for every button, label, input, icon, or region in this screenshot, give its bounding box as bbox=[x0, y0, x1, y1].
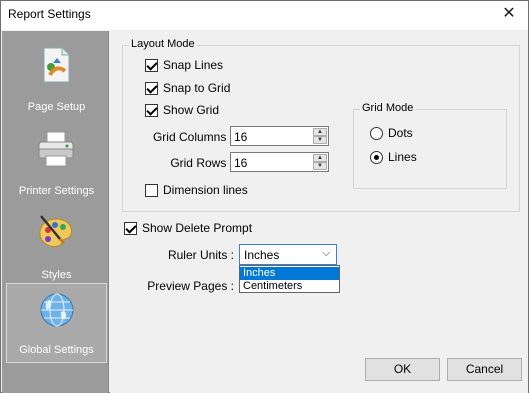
checkbox-box[interactable] bbox=[124, 221, 137, 235]
sidebar-item-printer-settings[interactable]: Printer Settings bbox=[6, 123, 107, 203]
spinner-buttons[interactable]: ▲ ▼ bbox=[313, 128, 327, 144]
grid-mode-group: Grid Mode Dots Lines bbox=[353, 102, 507, 189]
window-title: Report Settings bbox=[8, 7, 91, 21]
spin-down-icon[interactable]: ▼ bbox=[313, 162, 327, 170]
radio-circle[interactable] bbox=[370, 126, 383, 140]
ruler-units-label: Ruler Units : bbox=[167, 248, 234, 262]
snap-lines-checkbox[interactable]: Snap Lines bbox=[145, 58, 223, 72]
spin-down-icon[interactable]: ▼ bbox=[313, 136, 327, 144]
checkbox-box[interactable] bbox=[145, 58, 158, 72]
snap-to-grid-label: Snap to Grid bbox=[163, 81, 231, 95]
sidebar-item-styles[interactable]: Styles bbox=[6, 207, 107, 287]
show-grid-label: Show Grid bbox=[163, 103, 220, 117]
lines-label: Lines bbox=[388, 150, 417, 164]
sidebar-item-page-setup[interactable]: Page Setup bbox=[6, 39, 107, 119]
title-bar: Report Settings ✕ bbox=[1, 1, 528, 30]
cancel-button[interactable]: Cancel bbox=[447, 358, 522, 381]
checkbox-box[interactable] bbox=[145, 183, 158, 197]
show-delete-prompt-checkbox[interactable]: Show Delete Prompt bbox=[124, 221, 252, 235]
sidebar-item-label: Styles bbox=[41, 269, 72, 281]
close-icon[interactable]: ✕ bbox=[496, 3, 522, 25]
ok-button[interactable]: OK bbox=[365, 358, 440, 381]
dimension-lines-checkbox[interactable]: Dimension lines bbox=[145, 183, 248, 197]
show-grid-checkbox[interactable]: Show Grid bbox=[145, 103, 219, 117]
snap-to-grid-checkbox[interactable]: Snap to Grid bbox=[145, 81, 230, 95]
settings-panel: Layout Mode Snap Lines Snap to Grid Show… bbox=[110, 31, 528, 393]
grid-columns-label: Grid Columns : bbox=[152, 130, 233, 144]
sidebar-item-global-settings[interactable]: Global Settings bbox=[6, 283, 107, 363]
grid-rows-spinner[interactable]: 16 ▲ ▼ bbox=[230, 152, 329, 172]
globe-icon bbox=[40, 293, 74, 327]
sidebar: Page Setup Printer Settings Styles Globa… bbox=[2, 31, 109, 393]
page-setup-icon bbox=[43, 47, 70, 83]
checkbox-box[interactable] bbox=[145, 103, 158, 117]
snap-lines-label: Snap Lines bbox=[163, 58, 224, 72]
sidebar-item-label: Page Setup bbox=[27, 101, 86, 113]
layout-mode-group: Layout Mode Snap Lines Snap to Grid Show… bbox=[122, 38, 520, 212]
grid-mode-label: Grid Mode bbox=[360, 102, 416, 114]
option-centimeters[interactable]: Centimeters bbox=[240, 280, 339, 293]
show-delete-prompt-label: Show Delete Prompt bbox=[142, 221, 253, 235]
spin-up-icon[interactable]: ▲ bbox=[313, 154, 327, 162]
option-inches[interactable]: Inches bbox=[240, 267, 339, 280]
ruler-units-value[interactable]: Inches bbox=[244, 248, 279, 262]
ruler-units-select[interactable]: Inches ⌵ bbox=[239, 244, 337, 265]
lines-radio[interactable]: Lines bbox=[370, 150, 417, 164]
spinner-buttons[interactable]: ▲ ▼ bbox=[313, 154, 327, 170]
grid-rows-label: Grid Rows : bbox=[170, 156, 233, 170]
preview-pages-label: Preview Pages : bbox=[147, 279, 234, 293]
sidebar-item-label: Printer Settings bbox=[18, 185, 95, 197]
radio-circle[interactable] bbox=[370, 150, 383, 164]
dots-radio[interactable]: Dots bbox=[370, 126, 413, 140]
spin-up-icon[interactable]: ▲ bbox=[313, 128, 327, 136]
dimension-lines-label: Dimension lines bbox=[163, 183, 248, 197]
report-settings-window: Report Settings ✕ Page Setup Printer Set… bbox=[0, 0, 529, 393]
dots-label: Dots bbox=[388, 126, 413, 140]
grid-rows-value[interactable]: 16 bbox=[234, 156, 247, 170]
palette-icon bbox=[39, 215, 73, 247]
sidebar-item-label: Global Settings bbox=[19, 344, 94, 356]
printer-icon bbox=[38, 131, 74, 167]
grid-columns-value[interactable]: 16 bbox=[234, 130, 247, 144]
layout-mode-label: Layout Mode bbox=[129, 38, 197, 50]
grid-columns-spinner[interactable]: 16 ▲ ▼ bbox=[230, 126, 329, 146]
checkbox-box[interactable] bbox=[145, 81, 158, 95]
ruler-units-dropdown: Inches Centimeters bbox=[239, 265, 340, 293]
chevron-down-icon[interactable]: ⌵ bbox=[322, 248, 330, 259]
